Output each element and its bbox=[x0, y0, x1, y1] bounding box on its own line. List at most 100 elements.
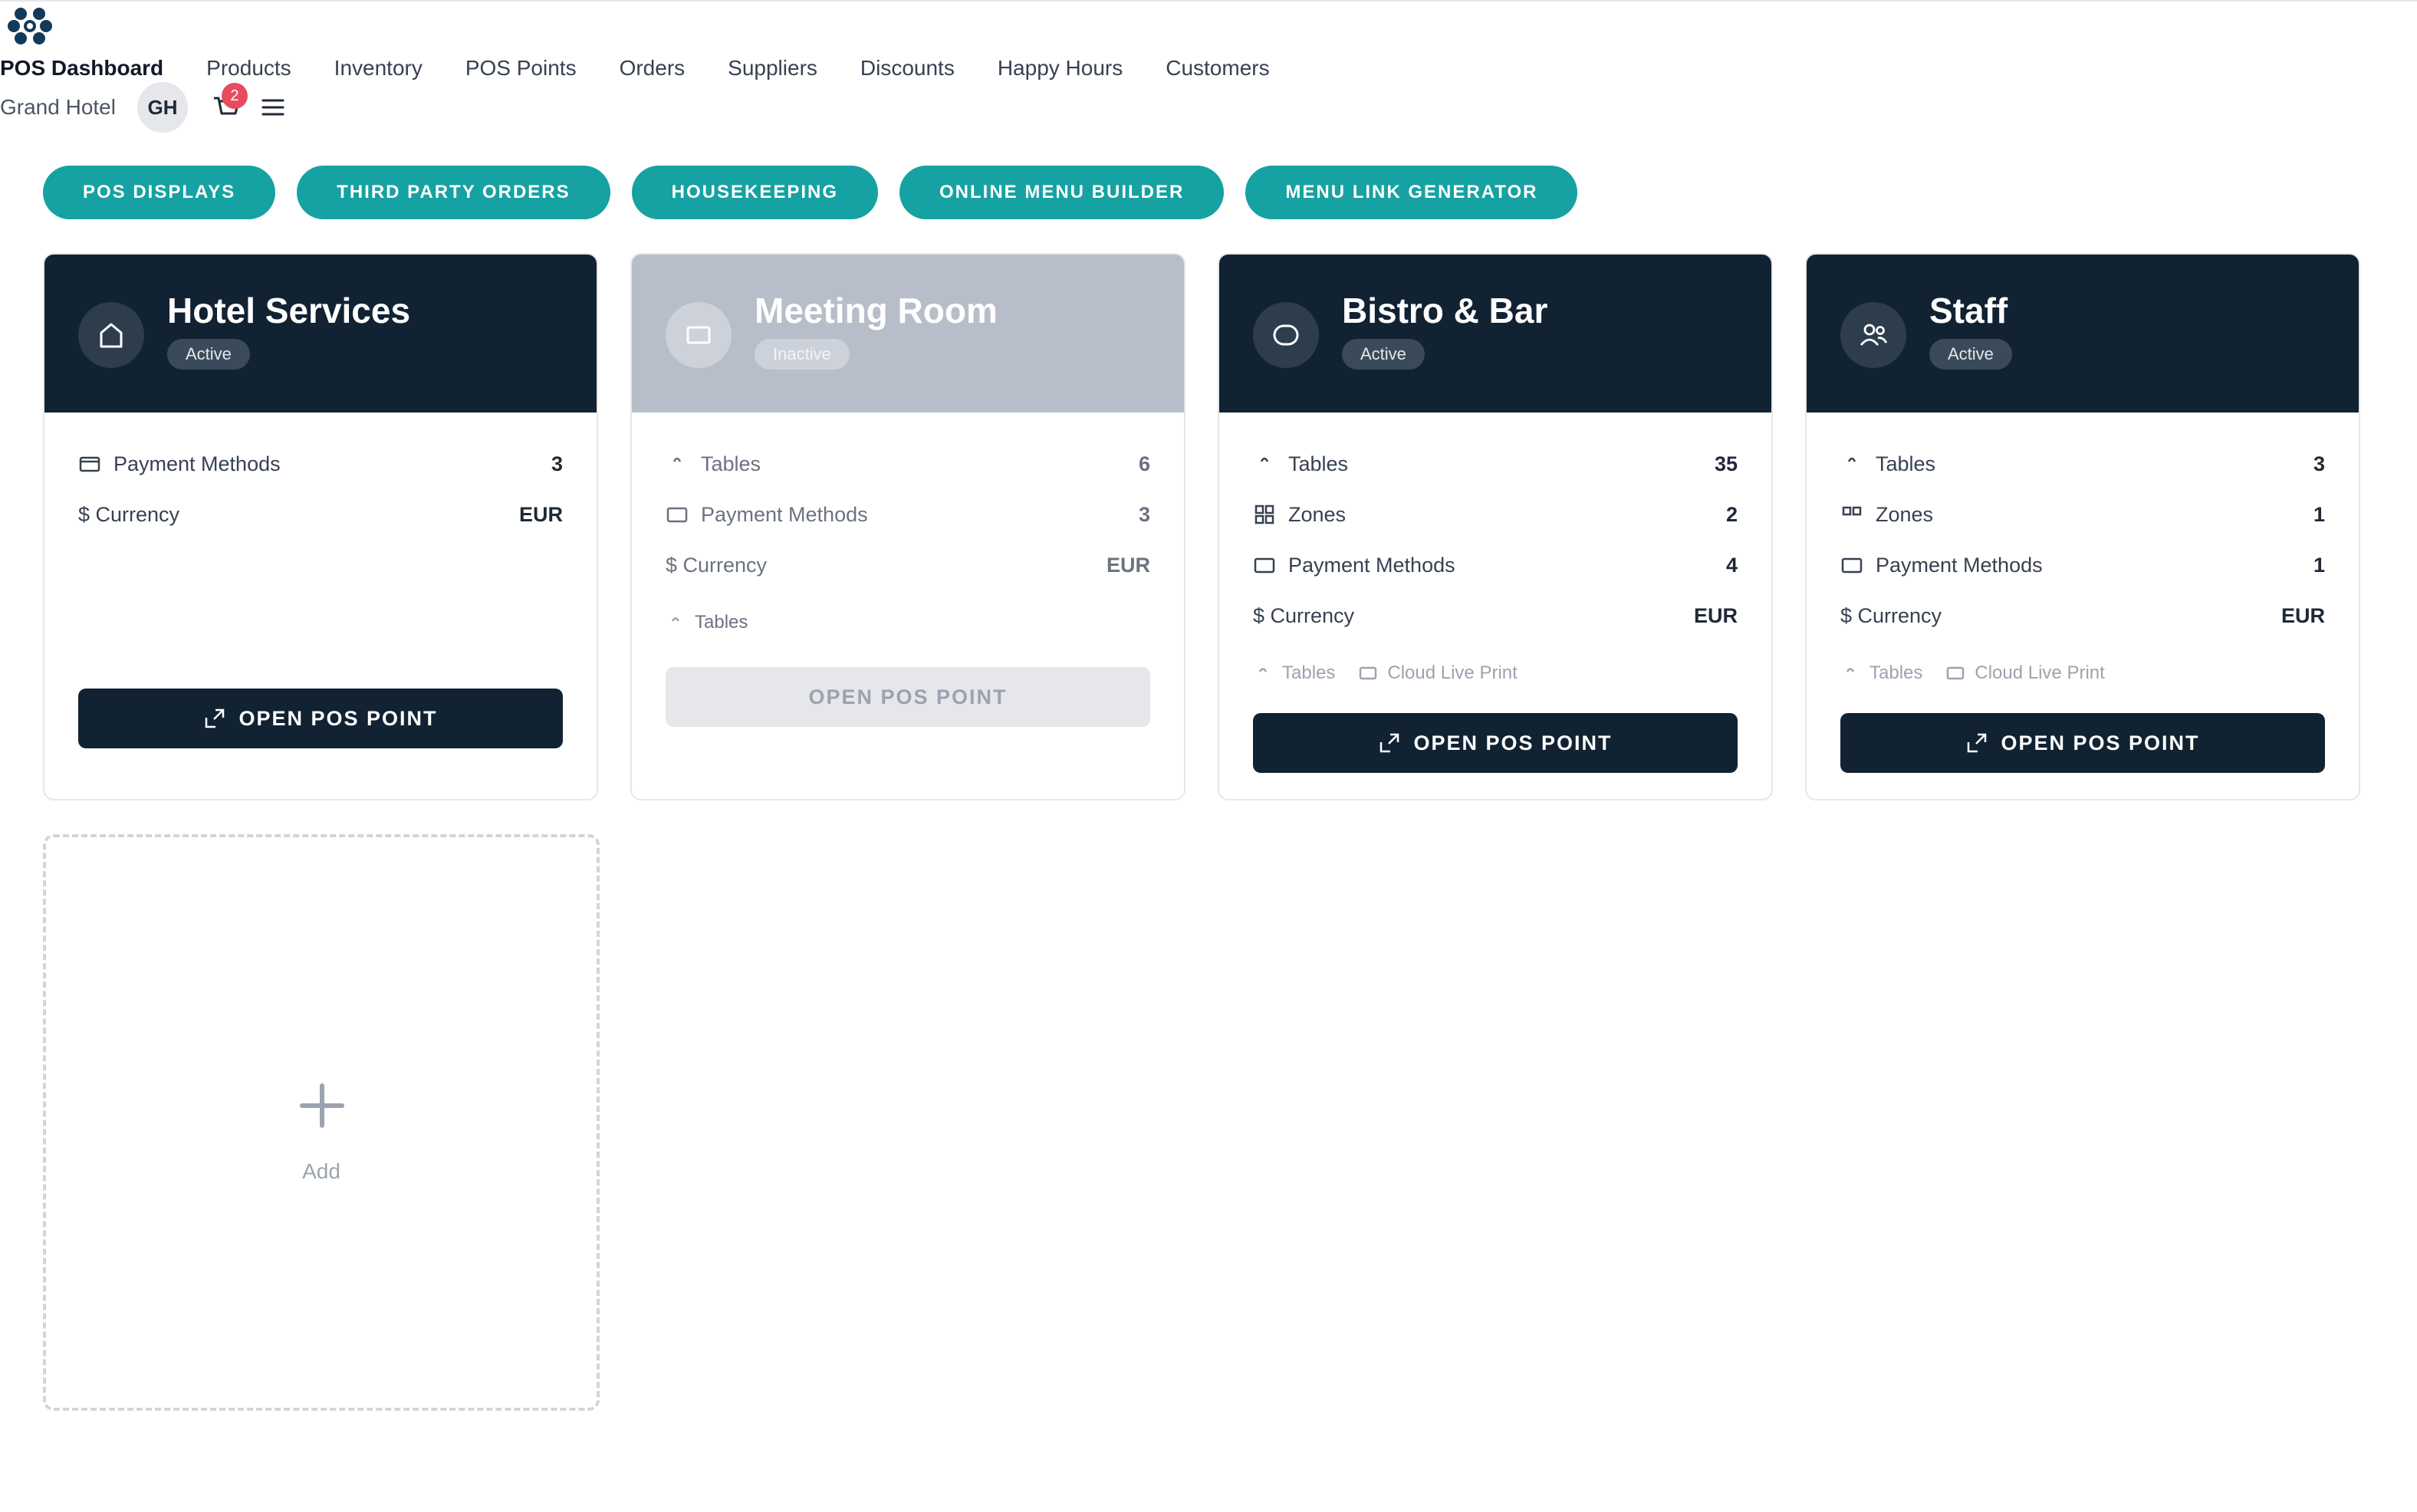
card-title: Staff bbox=[1929, 291, 2008, 330]
menu-link-generator-button[interactable]: MENU LINK GENERATOR bbox=[1245, 166, 1578, 219]
card-icon bbox=[666, 507, 688, 523]
row-value: 1 bbox=[2313, 502, 2325, 526]
hamburger-menu-icon[interactable] bbox=[260, 94, 286, 120]
card-title: Meeting Room bbox=[755, 291, 998, 330]
info-row-payment-methods: Payment Methods 3 bbox=[666, 489, 1150, 540]
third-party-orders-button[interactable]: THIRD PARTY ORDERS bbox=[297, 166, 610, 219]
nav-suppliers[interactable]: Suppliers bbox=[728, 56, 817, 81]
top-border bbox=[0, 0, 2417, 2]
card-header: Bistro & Bar Active bbox=[1219, 255, 1771, 413]
status-badge: Active bbox=[1342, 339, 1425, 370]
circle-icon bbox=[1253, 302, 1319, 368]
info-row-payment-methods: Payment Methods 1 bbox=[1840, 540, 2325, 590]
nav-happy-hours[interactable]: Happy Hours bbox=[998, 56, 1123, 81]
info-row-payment-methods: Payment Methods 3 bbox=[78, 439, 563, 489]
info-row-currency: $ Currency EUR bbox=[1840, 590, 2325, 641]
open-pos-point-button[interactable]: OPEN POS POINT bbox=[1840, 713, 2325, 773]
info-row-zones: Zones 2 bbox=[1253, 489, 1738, 540]
printer-icon bbox=[1947, 666, 1965, 680]
action-bar: POS DISPLAYS THIRD PARTY ORDERS HOUSEKEE… bbox=[43, 166, 1599, 219]
nav-orders[interactable]: Orders bbox=[620, 56, 686, 81]
info-row-zones: Zones 1 bbox=[1840, 489, 2325, 540]
brand-logo-icon[interactable] bbox=[8, 6, 52, 46]
feature-label: Tables bbox=[1869, 662, 1923, 683]
user-bar: Grand Hotel GH 2 bbox=[0, 82, 286, 133]
row-label: $ Currency bbox=[1840, 603, 1942, 627]
card-icon bbox=[1841, 557, 1863, 574]
nav-pos-points[interactable]: POS Points bbox=[465, 56, 577, 81]
cart-count-badge: 2 bbox=[221, 83, 248, 109]
main-nav: POS Dashboard Products Inventory POS Poi… bbox=[0, 49, 1313, 87]
card-title: Hotel Services bbox=[167, 291, 411, 330]
users-icon bbox=[1840, 302, 1906, 368]
online-menu-builder-button[interactable]: ONLINE MENU BUILDER bbox=[899, 166, 1225, 219]
row-label: Zones bbox=[1288, 502, 1347, 526]
button-label: OPEN POS POINT bbox=[238, 706, 438, 730]
table-icon bbox=[1847, 457, 1856, 462]
table-icon bbox=[1260, 457, 1269, 462]
row-label: Payment Methods bbox=[1288, 553, 1455, 577]
nav-discounts[interactable]: Discounts bbox=[860, 56, 955, 81]
table-icon bbox=[1846, 668, 1855, 672]
external-link-icon bbox=[206, 708, 225, 728]
row-value: EUR bbox=[1693, 603, 1738, 627]
pos-point-card-hotel-services: Hotel Services Active Payment Methods 3 … bbox=[43, 253, 598, 800]
row-label: Zones bbox=[1876, 502, 1934, 526]
row-value: 1 bbox=[2313, 553, 2325, 577]
row-label: Payment Methods bbox=[701, 502, 868, 526]
row-value: 35 bbox=[1714, 452, 1738, 475]
add-label: Add bbox=[302, 1159, 340, 1183]
button-label: OPEN POS POINT bbox=[808, 685, 1008, 708]
card-title: Bistro & Bar bbox=[1342, 291, 1548, 330]
row-label: Payment Methods bbox=[113, 452, 281, 475]
info-row-currency: $ Currency EUR bbox=[78, 489, 563, 540]
card-icon bbox=[79, 456, 100, 472]
feature-row: Tables Cloud Live Print bbox=[1253, 641, 1738, 705]
nav-products[interactable]: Products bbox=[206, 56, 291, 81]
row-value: 2 bbox=[1725, 502, 1738, 526]
nav-customers[interactable]: Customers bbox=[1166, 56, 1269, 81]
row-value: 6 bbox=[1138, 452, 1150, 475]
open-pos-point-button[interactable]: OPEN POS POINT bbox=[78, 689, 563, 748]
table-icon bbox=[672, 457, 682, 462]
row-label: Payment Methods bbox=[1876, 553, 2043, 577]
card-header: Hotel Services Active bbox=[44, 255, 597, 413]
feature-label: Tables bbox=[1282, 662, 1336, 683]
add-pos-point-card[interactable]: Add bbox=[43, 834, 600, 1411]
row-value: 3 bbox=[551, 452, 563, 475]
info-row-tables: Tables 35 bbox=[1253, 439, 1738, 489]
info-row-currency: $ Currency EUR bbox=[1253, 590, 1738, 641]
button-label: OPEN POS POINT bbox=[2001, 731, 2200, 754]
row-label: $ Currency bbox=[666, 553, 768, 577]
square-icon bbox=[666, 302, 732, 368]
external-link-icon bbox=[1380, 733, 1399, 753]
nav-inventory[interactable]: Inventory bbox=[334, 56, 423, 81]
housekeeping-button[interactable]: HOUSEKEEPING bbox=[631, 166, 879, 219]
table-icon bbox=[1258, 668, 1268, 672]
row-label: Tables bbox=[1876, 452, 1936, 475]
avatar[interactable]: GH bbox=[136, 82, 188, 133]
open-pos-point-button-disabled: OPEN POS POINT bbox=[666, 667, 1150, 727]
nav-pos-dashboard[interactable]: POS Dashboard bbox=[0, 56, 163, 81]
row-value: EUR bbox=[2281, 603, 2325, 627]
status-badge: Inactive bbox=[755, 339, 850, 370]
pos-point-card-bistro-bar: Bistro & Bar Active Tables 35 Zones 2 Pa… bbox=[1218, 253, 1773, 800]
hotel-name: Grand Hotel bbox=[0, 95, 116, 119]
home-icon bbox=[78, 302, 144, 368]
pos-point-card-meeting-room: Meeting Room Inactive Tables 6 Payment M… bbox=[630, 253, 1185, 800]
pos-point-card-staff: Staff Active Tables 3 Zones 1 Payment Me… bbox=[1805, 253, 2360, 800]
cart-button[interactable]: 2 bbox=[211, 83, 248, 123]
feature-label: Cloud Live Print bbox=[1975, 662, 2105, 683]
row-value: 3 bbox=[2313, 452, 2325, 475]
feature-label: Tables bbox=[695, 612, 748, 633]
open-pos-point-button[interactable]: OPEN POS POINT bbox=[1253, 713, 1738, 773]
row-label: $ Currency bbox=[1253, 603, 1355, 627]
info-row-tables: Tables 6 bbox=[666, 439, 1150, 489]
table-icon bbox=[671, 617, 680, 622]
status-badge: Active bbox=[1929, 339, 2012, 370]
pos-displays-button[interactable]: POS DISPLAYS bbox=[43, 166, 276, 219]
plus-icon bbox=[300, 1083, 344, 1128]
row-label: $ Currency bbox=[78, 502, 180, 526]
feature-label: Cloud Live Print bbox=[1387, 662, 1518, 683]
grid-icon bbox=[1255, 505, 1274, 524]
